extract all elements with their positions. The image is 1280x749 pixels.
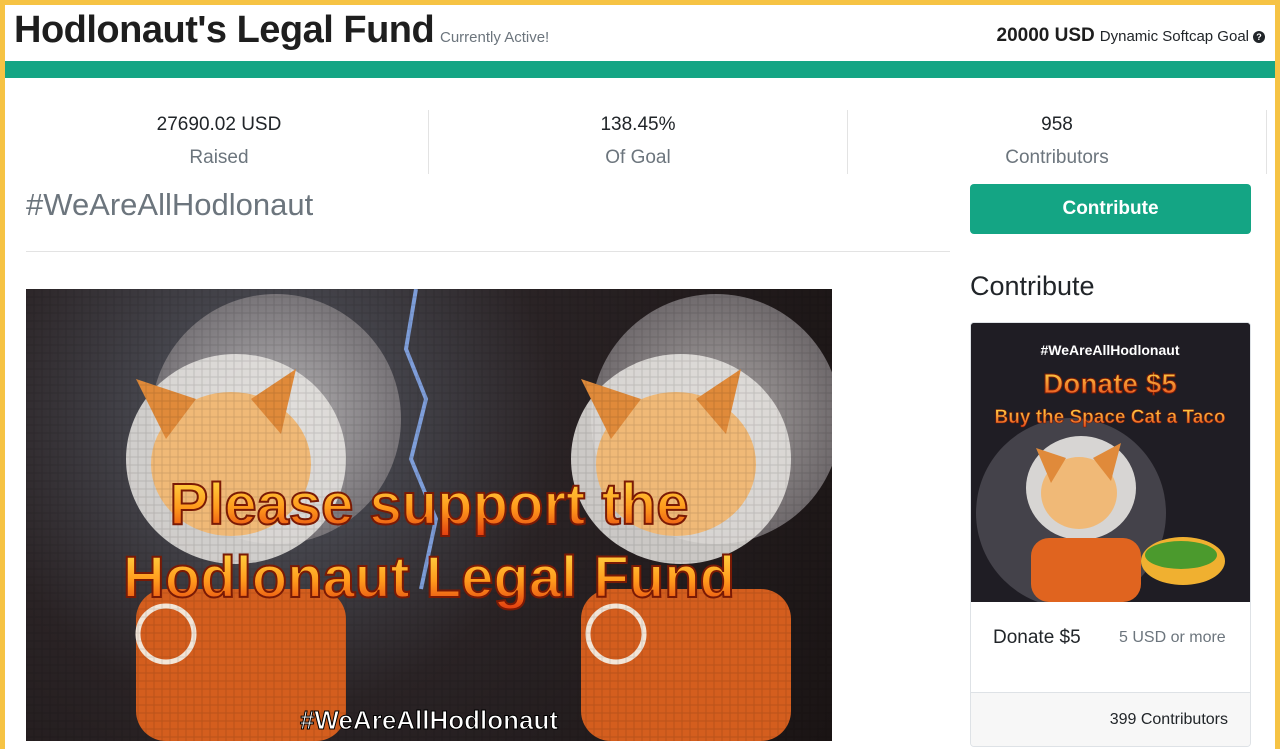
stat-label: Contributors (1005, 147, 1109, 168)
stat-label: Of Goal (605, 147, 671, 168)
hero-headline-line-1: Please support the (170, 472, 689, 537)
progress-fill (5, 61, 1275, 78)
card-image-title: Donate $5 (1043, 368, 1177, 399)
tier-minimum: 5 USD or more (1119, 629, 1226, 646)
stat-value: 958 (1041, 114, 1073, 135)
hero-headline-line-2: Hodlonaut Legal Fund (123, 545, 735, 610)
status-badge: Currently Active! (440, 29, 550, 46)
stat-value: 138.45% (600, 114, 676, 135)
contribute-button[interactable]: Contribute (970, 184, 1251, 234)
campaign-header: Hodlonaut's Legal Fund Currently Active!… (5, 5, 1275, 61)
stat-raised: 27690.02 USD Raised (9, 108, 429, 176)
goal-summary: 20000 USD Dynamic Softcap Goal ? (997, 25, 1265, 47)
section-divider (26, 251, 950, 252)
page-title: Hodlonaut's Legal Fund (14, 9, 435, 51)
progress-bar (5, 61, 1275, 78)
stat-label: Raised (189, 147, 249, 168)
card-image-subtitle: Buy the Space Cat a Taco (995, 407, 1226, 428)
sidebar-title: Contribute (970, 271, 1095, 301)
stat-value: 27690.02 USD (156, 114, 282, 135)
stat-contributors: 958 Contributors (847, 108, 1267, 176)
tier-name: Donate $5 (993, 627, 1081, 648)
goal-label: Dynamic Softcap Goal (1099, 28, 1249, 45)
campaign-image: Please support the Hodlonaut Legal Fund … (26, 289, 832, 741)
card-image-hashtag: #WeAreAllHodlonaut (1041, 342, 1180, 358)
goal-amount: 20000 USD (996, 25, 1095, 46)
stats-row: 27690.02 USD Raised 138.45% Of Goal 958 … (5, 108, 1275, 178)
tier-contributor-count: 399 Contributors (1109, 711, 1228, 728)
campaign-hashtag: #WeAreAllHodlonaut (26, 187, 314, 222)
reward-tier-card[interactable]: #WeAreAllHodlonaut Donate $5 Buy the Spa… (970, 322, 1251, 747)
hero-hashtag: #WeAreAllHodlonaut (300, 705, 558, 735)
question-circle-icon[interactable]: ? (1253, 31, 1265, 43)
reward-tier-image: #WeAreAllHodlonaut Donate $5 Buy the Spa… (971, 323, 1250, 602)
page-frame: Hodlonaut's Legal Fund Currently Active!… (5, 5, 1275, 749)
stat-of-goal: 138.45% Of Goal (428, 108, 848, 176)
reward-tier-footer: 399 Contributors (971, 692, 1250, 746)
divider (1266, 110, 1267, 174)
